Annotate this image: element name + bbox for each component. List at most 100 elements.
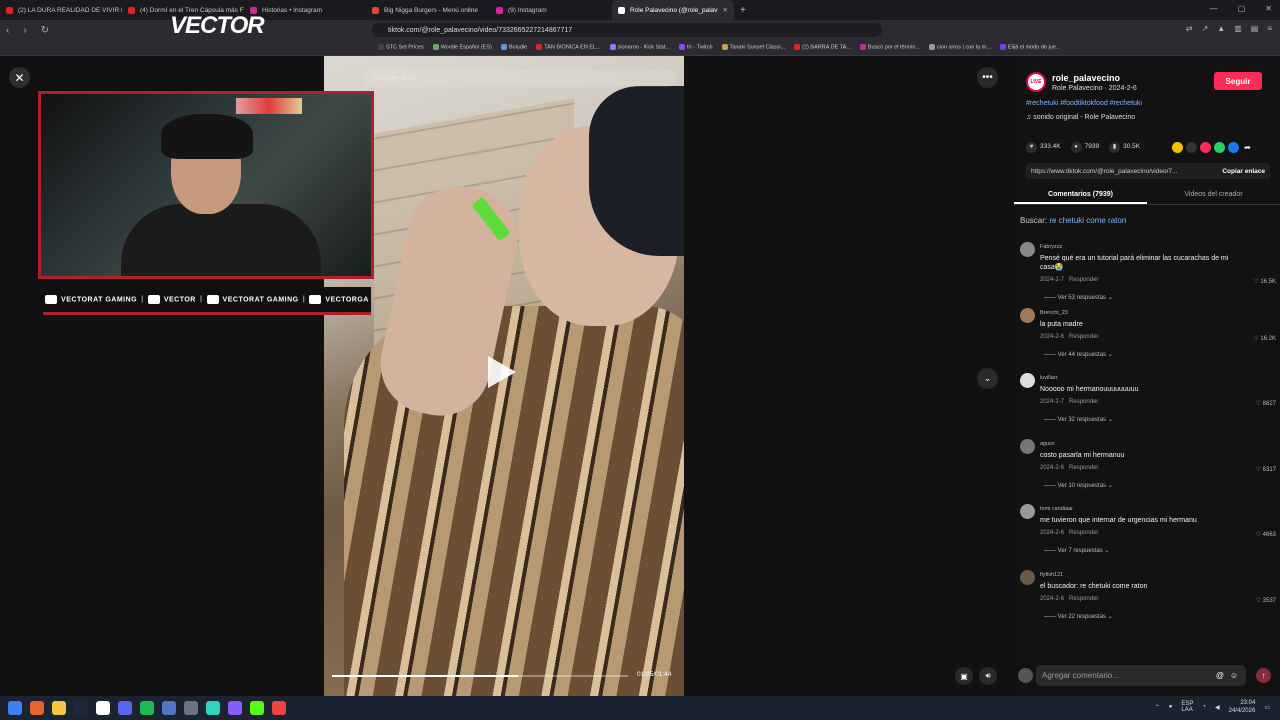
comment-like-button[interactable]: ♡ 3537 <box>1256 597 1276 604</box>
video-search-input[interactable]: d come raton ⌕ <box>364 69 676 87</box>
comment-user[interactable]: aguss <box>1040 441 1055 447</box>
like-button[interactable]: ♥ 333.4K <box>1026 142 1061 153</box>
obs-icon[interactable] <box>272 701 286 715</box>
bookmark-item[interactable]: Elijá el modo de jue... <box>999 44 1060 51</box>
comment-user[interactable]: flyfish121 <box>1040 572 1063 578</box>
twitch-icon[interactable] <box>228 701 242 715</box>
reply-button[interactable]: Responder <box>1069 277 1098 283</box>
bookmark-item[interactable]: TAN BIONICA EN EL... <box>536 44 601 51</box>
back-icon[interactable]: ‹ <box>6 25 9 36</box>
spotify-icon[interactable] <box>140 701 154 715</box>
comment-user[interactable]: tomi candiaar <box>1040 506 1073 512</box>
comment-button[interactable]: ● 7939 <box>1070 142 1099 153</box>
view-replies-button[interactable]: —— Ver 53 respuestas ⌄ <box>1044 294 1113 301</box>
whatsapp-icon[interactable] <box>1214 142 1225 153</box>
avatar[interactable] <box>1020 438 1035 454</box>
more-options-button[interactable]: ••• <box>977 67 998 88</box>
sound-link[interactable]: ♫ sonido original - Role Palavecino <box>1026 114 1135 121</box>
discord-icon[interactable] <box>118 701 132 715</box>
bookmark-item[interactable]: trr - Twitch <box>678 44 713 51</box>
volume-button[interactable]: 🔊︎ <box>979 667 997 685</box>
facebook-icon[interactable] <box>1228 142 1239 153</box>
bookmark-item[interactable]: STC Set Prices <box>378 44 424 51</box>
explorer-icon[interactable] <box>52 701 66 715</box>
reply-button[interactable]: Responder <box>1069 596 1098 602</box>
forward-icon[interactable]: › <box>23 25 26 36</box>
tab-creator-videos[interactable]: Videos del creador <box>1147 187 1280 204</box>
embed-icon[interactable] <box>1186 142 1197 153</box>
tab-comments[interactable]: Comentarios (7939) <box>1014 187 1147 204</box>
view-replies-button[interactable]: —— Ver 44 respuestas ⌄ <box>1044 351 1113 358</box>
comment-user[interactable]: Fabryzzz <box>1040 244 1062 250</box>
avatar[interactable] <box>1020 242 1035 257</box>
wifi-icon[interactable]: ◔ <box>1202 704 1206 710</box>
author-handle[interactable]: role_palavecino <box>1052 73 1137 83</box>
view-replies-button[interactable]: —— Ver 22 respuestas ⌄ <box>1044 613 1113 620</box>
search-suggestion[interactable]: Buscar: re chetuki come raton <box>1020 216 1126 225</box>
reply-button[interactable]: Responder <box>1069 465 1098 471</box>
bookmark-item[interactable]: Wordle Español (ES) <box>432 44 492 51</box>
chrome-icon[interactable] <box>96 701 110 715</box>
reload-icon[interactable]: ↻ <box>41 25 49 36</box>
save-button[interactable]: ▮ 30.5K <box>1109 142 1140 153</box>
emoji-icon[interactable]: ☺ <box>1230 671 1238 680</box>
browser-tab[interactable]: Role Palavecino (@role_palav ✕ <box>612 0 734 20</box>
view-replies-button[interactable]: —— Ver 32 respuestas ⌄ <box>1044 416 1113 423</box>
bookmark-item[interactable]: sionaron - Kick Stat... <box>609 44 670 51</box>
app-icon[interactable] <box>206 701 220 715</box>
next-video-button[interactable]: ⌄ <box>977 368 998 389</box>
clock[interactable]: 23:04 24/4/2026 <box>1229 699 1256 715</box>
start-icon[interactable] <box>8 701 22 715</box>
new-tab-button[interactable]: + <box>740 5 746 16</box>
avatar[interactable] <box>1020 569 1035 585</box>
author-info[interactable]: LIVE role_palavecino Role Palavecino · 2… <box>1026 72 1137 92</box>
sidebar-icon[interactable]: ▥ <box>1234 24 1242 33</box>
hashtags[interactable]: #rechetuki #foodtiktokfood #rechetuki <box>1026 100 1142 107</box>
view-replies-button[interactable]: —— Ver 10 respuestas ⌄ <box>1044 482 1113 489</box>
coin-icon[interactable] <box>1172 142 1183 153</box>
browser-tab[interactable]: (9) Instagram <box>490 0 612 20</box>
browser-tab[interactable]: Big Nigga Burgers - Menú online <box>366 0 490 20</box>
comment-like-button[interactable]: ♡ 16.2K <box>1253 335 1276 342</box>
follow-button[interactable]: Seguir <box>1214 72 1262 90</box>
bookmark-item[interactable]: Tanaki Sunset Classi... <box>721 44 785 51</box>
play-icon[interactable] <box>488 356 516 388</box>
send-icon[interactable] <box>1200 142 1211 153</box>
close-video-button[interactable]: ✕ <box>9 67 30 88</box>
brave-shield-icon[interactable]: ▲ <box>1217 24 1225 33</box>
steam-icon[interactable] <box>74 701 88 715</box>
comment-user[interactable]: Brenchi_23 <box>1040 310 1068 316</box>
avatar[interactable] <box>1020 373 1035 388</box>
address-input[interactable]: tiktok.com/@role_palavecino/video/733266… <box>372 23 882 37</box>
comment-like-button[interactable]: ♡ 6317 <box>1256 466 1276 473</box>
brave-icon[interactable] <box>30 701 44 715</box>
chevron-up-icon[interactable]: ⌃ <box>1155 704 1160 711</box>
app-icon[interactable] <box>184 701 198 715</box>
reply-button[interactable]: Responder <box>1069 530 1098 536</box>
avatar[interactable] <box>1020 504 1035 519</box>
reply-button[interactable]: Responder <box>1069 334 1098 340</box>
lang-indicator[interactable]: ESP LAA <box>1181 701 1193 713</box>
view-replies-button[interactable]: —— Ver 7 respuestas ⌄ <box>1044 547 1109 554</box>
translate-icon[interactable]: ⇄ <box>1186 24 1193 33</box>
comment-input[interactable]: Agregar comentario... @ ☺ <box>1036 665 1246 686</box>
app-icon[interactable] <box>162 701 176 715</box>
avatar[interactable] <box>1020 307 1035 323</box>
close-tab-icon[interactable]: ✕ <box>723 6 728 14</box>
close-window-icon[interactable]: ✕ <box>1265 4 1272 13</box>
post-comment-button[interactable]: ↑ <box>1256 668 1271 683</box>
kick-icon[interactable] <box>250 701 264 715</box>
maximize-icon[interactable]: ▢ <box>1238 4 1246 13</box>
comment-like-button[interactable]: ♡ 4663 <box>1256 531 1276 538</box>
share-arrow-icon[interactable]: ➦ <box>1242 142 1253 153</box>
video-progress-bar[interactable] <box>332 675 628 677</box>
video-player[interactable]: d come raton ⌕ 01:05/01:44 <box>324 56 684 696</box>
minimize-icon[interactable]: — <box>1210 4 1218 13</box>
avatar[interactable]: LIVE <box>1026 72 1046 92</box>
volume-icon[interactable]: ◀ <box>1215 704 1220 711</box>
bookmark-item[interactable]: Boludle <box>500 44 527 51</box>
comment-like-button[interactable]: ♡ 8827 <box>1256 400 1276 407</box>
pip-button[interactable]: ▣ <box>955 667 973 685</box>
copy-link-button[interactable]: Copiar enlace <box>1222 168 1265 175</box>
share-icon[interactable]: ↗ <box>1202 24 1209 33</box>
